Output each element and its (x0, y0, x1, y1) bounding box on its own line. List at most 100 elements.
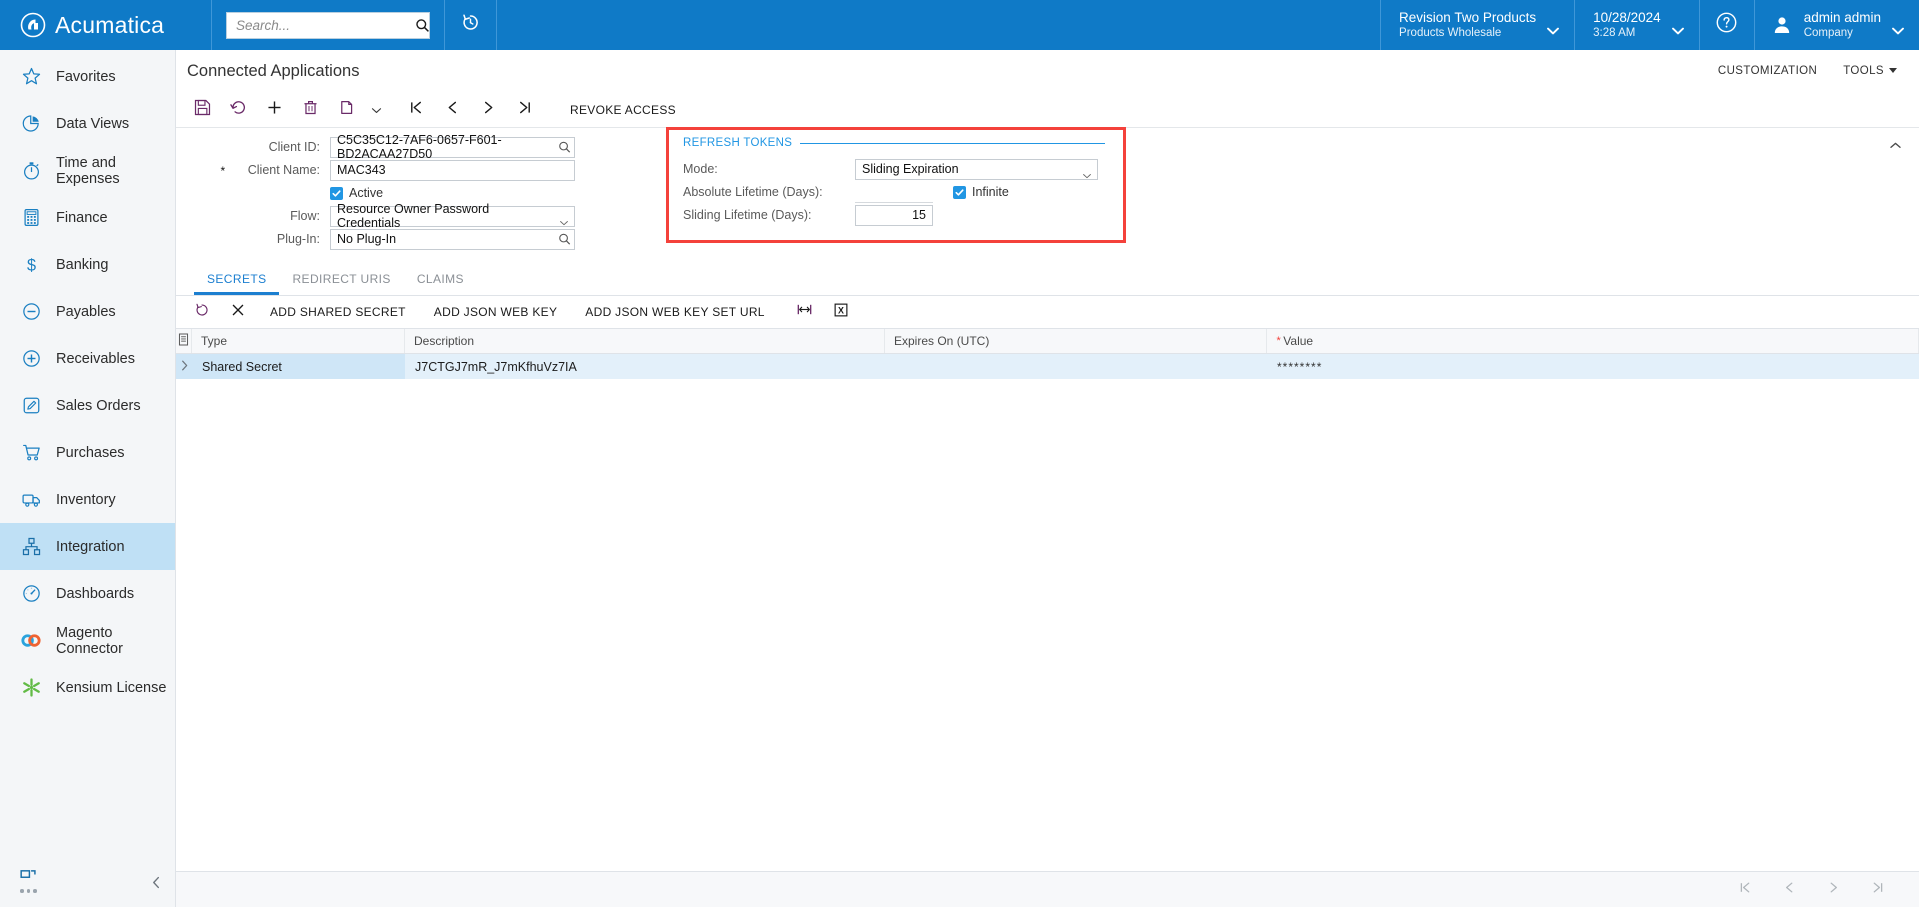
add-new-record-button[interactable] (256, 94, 292, 126)
sidebar-item-receivables[interactable]: Receivables (0, 335, 175, 382)
form-collapse-button[interactable] (1885, 136, 1905, 156)
sidebar-item-dashboards[interactable]: Dashboards (0, 570, 175, 617)
add-json-web-key-set-url-button[interactable]: ADD JSON WEB KEY SET URL (571, 297, 778, 327)
grid-refresh-button[interactable] (184, 297, 220, 327)
plug-in-input[interactable]: No Plug-In (330, 228, 575, 250)
tab-redirect-uris[interactable]: REDIRECT URIS (279, 265, 403, 295)
column-header-value[interactable]: * Value (1267, 329, 1919, 353)
sidebar-item-integration[interactable]: Integration (0, 523, 175, 570)
row-expand-button[interactable] (176, 354, 192, 379)
search-box[interactable] (226, 11, 430, 39)
sidebar-item-purchases[interactable]: Purchases (0, 429, 175, 476)
pie-chart-icon (20, 113, 42, 135)
cell-type[interactable]: Shared Secret (192, 354, 405, 379)
company-name: Revision Two Products (1399, 10, 1537, 25)
first-page-icon (408, 99, 425, 121)
sidebar-item-banking[interactable]: $ Banking (0, 241, 175, 288)
sidebar-item-magento-connector[interactable]: Magento Connector (0, 617, 175, 664)
grid-delete-row-button[interactable] (220, 297, 256, 327)
search-icon[interactable] (415, 18, 430, 33)
help-button[interactable] (1700, 0, 1754, 50)
sidebar-item-inventory[interactable]: Inventory (0, 476, 175, 523)
copy-paste-dropdown[interactable] (364, 94, 388, 126)
sliding-lifetime-label: Sliding Lifetime (Days): (683, 208, 812, 222)
client-name-input[interactable]: MAC343 (330, 159, 575, 181)
sidebar-item-label: Time and Expenses (56, 154, 120, 187)
column-header-description[interactable]: Description (405, 329, 885, 353)
column-settings-header[interactable] (176, 329, 192, 353)
grid-pager-bar (176, 871, 1919, 907)
add-json-web-key-button[interactable]: ADD JSON WEB KEY (420, 297, 572, 327)
undo-button[interactable] (220, 94, 256, 126)
previous-record-button[interactable] (434, 94, 470, 126)
previous-page-button[interactable] (1781, 882, 1797, 898)
last-page-icon (516, 99, 533, 121)
first-page-button[interactable] (1737, 882, 1753, 898)
export-to-excel-button[interactable]: X (823, 297, 859, 327)
undo-icon (229, 99, 247, 121)
refresh-tokens-title-row: REFRESH TOKENS (683, 137, 1109, 149)
user-menu[interactable]: admin admin Company (1755, 0, 1919, 50)
copy-paste-button[interactable] (328, 94, 364, 126)
search-input[interactable] (236, 17, 415, 33)
add-shared-secret-button[interactable]: ADD SHARED SECRET (256, 297, 420, 327)
plus-circle-icon (20, 348, 42, 370)
sidebar-item-data-views[interactable]: Data Views (0, 100, 175, 147)
grid-header-row: Type Description Expires On (UTC) * Value (176, 329, 1919, 354)
last-page-button[interactable] (1869, 882, 1885, 898)
refresh-icon (194, 302, 210, 323)
delete-record-button[interactable] (292, 94, 328, 126)
field-row-client-id: Client ID: C5C35C12-7AF6-0657-F601-BD2AC… (218, 133, 646, 161)
sidebar-item-label: Integration (56, 538, 125, 555)
sidebar-items-list: Favorites Data Views Time and Expenses F… (0, 50, 175, 853)
tab-claims[interactable]: CLAIMS (404, 265, 477, 295)
dollar-icon: $ (20, 254, 42, 276)
save-button[interactable] (184, 94, 220, 126)
sidebar-item-time-and-expenses[interactable]: Time and Expenses (0, 147, 175, 194)
next-page-button[interactable] (1825, 882, 1841, 898)
cell-value[interactable]: ******** (1267, 354, 1919, 379)
sidebar-item-label: Purchases (56, 444, 125, 461)
brand-logo-area[interactable]: Acumatica (0, 0, 211, 50)
tools-menu[interactable]: TOOLS (1843, 65, 1897, 77)
magnifier-selector-icon[interactable] (558, 141, 571, 154)
business-date-text: 10/28/2024 3:28 AM (1593, 9, 1661, 41)
sidebar-item-finance[interactable]: Finance (0, 194, 175, 241)
infinite-checkbox[interactable] (953, 185, 966, 199)
cell-expires-on[interactable] (885, 354, 1267, 379)
sidebar-item-sales-orders[interactable]: Sales Orders (0, 382, 175, 429)
active-checkbox[interactable] (330, 186, 343, 200)
table-row[interactable]: Shared Secret J7CTGJ7mR_J7mKfhuVz7IA ***… (176, 354, 1919, 379)
tab-secrets[interactable]: SECRETS (194, 265, 280, 295)
recently-viewed-button[interactable] (445, 0, 496, 50)
customization-menu[interactable]: CUSTOMIZATION (1718, 65, 1817, 77)
refresh-tokens-title: REFRESH TOKENS (683, 137, 793, 149)
column-header-type[interactable]: Type (192, 329, 405, 353)
sliding-lifetime-input[interactable]: 15 (855, 204, 933, 226)
business-date-selector[interactable]: 10/28/2024 3:28 AM (1575, 0, 1699, 50)
sidebar-item-label: Finance (56, 209, 108, 226)
sidebar-item-payables[interactable]: Payables (0, 288, 175, 335)
magnifier-selector-icon[interactable] (558, 233, 571, 246)
sidebar-item-favorites[interactable]: Favorites (0, 53, 175, 100)
column-header-expires-on[interactable]: Expires On (UTC) (885, 329, 1267, 353)
plug-in-control: No Plug-In (330, 228, 575, 250)
chevron-up-icon (1889, 137, 1902, 155)
revoke-access-button[interactable]: REVOKE ACCESS (558, 94, 688, 126)
client-id-input[interactable]: C5C35C12-7AF6-0657-F601-BD2ACAA27D50 (330, 133, 575, 161)
flow-select[interactable]: Resource Owner Password Credentials (330, 202, 575, 230)
detail-tabs: SECRETS REDIRECT URIS CLAIMS (176, 265, 1919, 296)
sidebar-collapse-button[interactable] (147, 873, 165, 891)
svg-text:X: X (838, 305, 844, 315)
cell-description[interactable]: J7CTGJ7mR_J7mKfhuVz7IA (405, 354, 885, 379)
infinite-checkbox-group: Infinite (953, 185, 1009, 199)
company-selector[interactable]: Revision Two Products Products Wholesale (1381, 0, 1574, 50)
absolute-lifetime-input (855, 182, 933, 203)
mode-select[interactable]: Sliding Expiration (855, 158, 1098, 180)
first-record-button[interactable] (398, 94, 434, 126)
grid-toolbar: ADD SHARED SECRET ADD JSON WEB KEY ADD J… (176, 296, 1919, 328)
next-record-button[interactable] (470, 94, 506, 126)
sidebar-item-kensium-license[interactable]: Kensium License (0, 664, 175, 711)
fit-columns-button[interactable] (787, 297, 823, 327)
last-record-button[interactable] (506, 94, 542, 126)
